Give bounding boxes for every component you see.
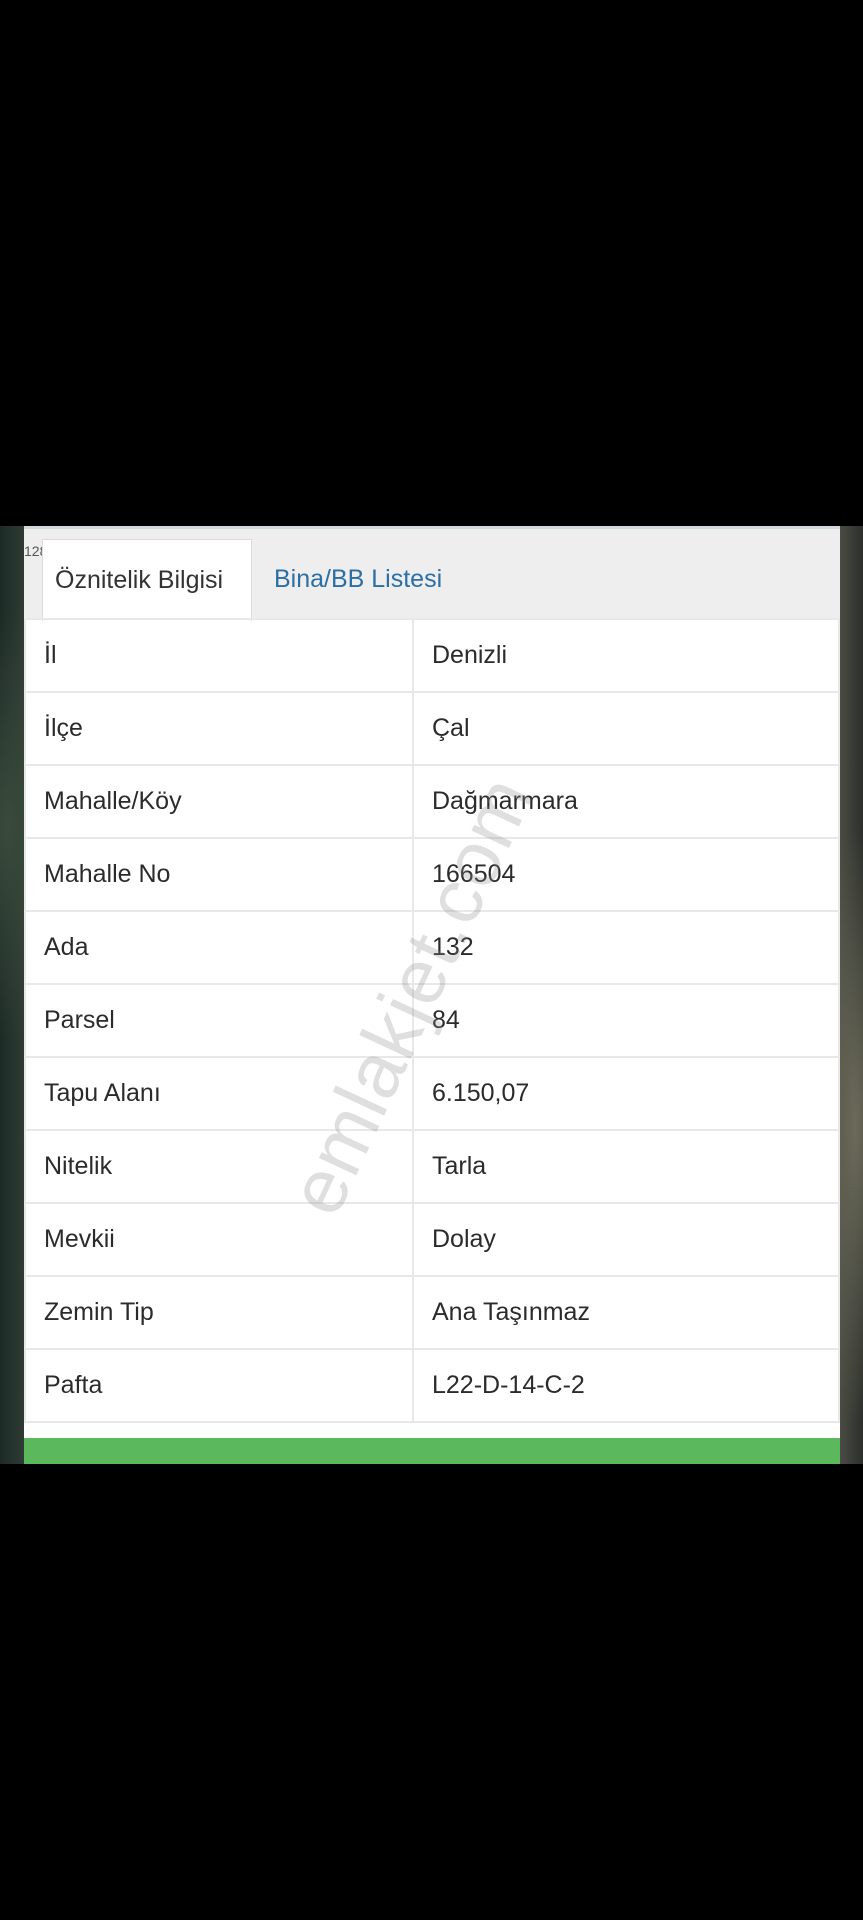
attribute-value: Denizli: [412, 618, 840, 693]
attribute-value: 6.150,07: [412, 1056, 840, 1131]
attribute-key: İl: [24, 618, 414, 693]
attribute-value: 84: [412, 983, 840, 1058]
table-row: Zemin Tip Ana Taşınmaz: [24, 1275, 840, 1350]
attribute-value: Dolay: [412, 1202, 840, 1277]
table-row: Mahalle/Köy Dağmarmara: [24, 764, 840, 839]
attribute-key: Zemin Tip: [24, 1275, 414, 1350]
table-row: İl Denizli: [24, 618, 840, 693]
attribute-value: L22-D-14-C-2: [412, 1348, 840, 1423]
attribute-value: Ana Taşınmaz: [412, 1275, 840, 1350]
table-row: İlçe Çal: [24, 691, 840, 766]
table-row: Nitelik Tarla: [24, 1129, 840, 1204]
attribute-key: İlçe: [24, 691, 414, 766]
attribute-key: Mahalle/Köy: [24, 764, 414, 839]
tab-bar: 1287737127 Öznitelik Bilgisi Bina/BB Lis…: [24, 526, 840, 621]
attribute-key: Mahalle No: [24, 837, 414, 912]
table-row: Pafta L22-D-14-C-2: [24, 1348, 840, 1423]
table-row: Tapu Alanı 6.150,07: [24, 1056, 840, 1131]
attribute-key: Ada: [24, 910, 414, 985]
tab-attribute-info-label: Öznitelik Bilgisi: [55, 566, 224, 594]
tab-building-list[interactable]: Bina/BB Listesi: [274, 565, 442, 594]
attribute-key: Pafta: [24, 1348, 414, 1423]
tab-attribute-info[interactable]: Öznitelik Bilgisi: [42, 539, 252, 621]
attribute-value: Çal: [412, 691, 840, 766]
attribute-value: Tarla: [412, 1129, 840, 1204]
bottom-action-bar: [24, 1438, 840, 1464]
table-row: Mevkii Dolay: [24, 1202, 840, 1277]
